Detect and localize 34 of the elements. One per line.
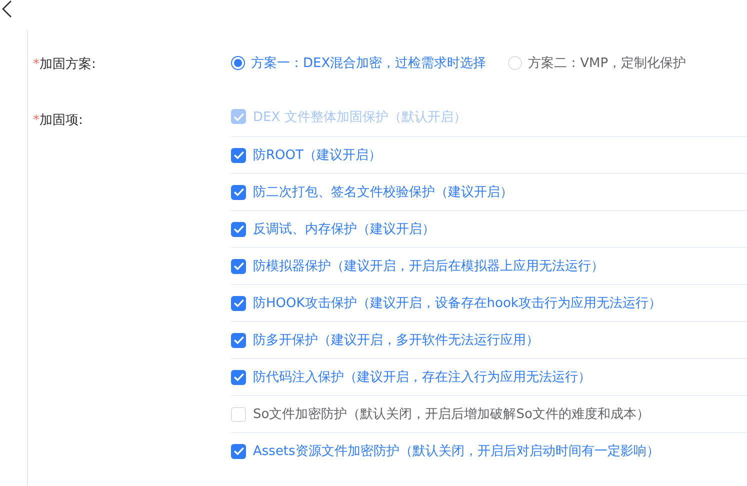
checkmark-icon: [234, 336, 244, 344]
radio-label: 方案一：DEX混合加密，过检需求时选择: [251, 55, 486, 72]
checkbox-label: 防多开保护（建议开启，多开软件无法运行应用）: [253, 332, 539, 349]
radio-option[interactable]: 方案二：VMP，定制化保护: [508, 53, 686, 73]
checkbox[interactable]: [231, 370, 246, 384]
checkmark-icon: [234, 299, 244, 307]
checkbox[interactable]: [231, 222, 246, 236]
checkmark-icon: [234, 188, 244, 196]
checkbox[interactable]: [231, 184, 246, 200]
checkmark-icon: [234, 262, 244, 270]
checkbox-label: 反调试、内存保护（建议开启）: [253, 221, 435, 238]
checkmark-icon: [234, 151, 244, 159]
checkbox[interactable]: [231, 332, 246, 348]
checkbox-label: Assets资源文件加密防护（默认关闭，开启后对启动时间有一定影响）: [253, 443, 660, 460]
field-label: *加固方案:: [33, 56, 97, 73]
checkmark-icon: [234, 373, 244, 381]
checkbox-label: DEX 文件整体加固保护（默认开启）: [253, 109, 466, 126]
checkmark-icon: [234, 112, 244, 120]
radio-label: 方案二：VMP，定制化保护: [528, 55, 686, 72]
checkmark-icon: [234, 447, 244, 455]
checkbox[interactable]: [231, 296, 246, 310]
checkbox-label: 防代码注入保护（建议开启，存在注入行为应用无法运行）: [253, 369, 591, 386]
checkbox[interactable]: [231, 148, 246, 162]
checkbox-label: 防二次打包、签名文件校验保护（建议开启）: [253, 184, 513, 201]
checkbox-label: 防HOOK攻击保护（建议开启，设备存在hook攻击行为应用无法运行）: [253, 295, 662, 312]
field-label: *加固项:: [33, 112, 84, 130]
checkbox-label: So文件加密防护（默认关闭，开启后增加破解So文件的难度和成本）: [253, 406, 650, 423]
radio-option[interactable]: 方案一：DEX混合加密，过检需求时选择: [231, 53, 486, 73]
checkbox-label: 防ROOT（建议开启）: [253, 147, 382, 164]
checkbox[interactable]: [231, 444, 246, 458]
checkbox[interactable]: [231, 258, 246, 274]
checkmark-icon: [234, 225, 244, 233]
radio-icon[interactable]: [231, 56, 245, 70]
checkbox-label: 防模拟器保护（建议开启，开启后在模拟器上应用无法运行）: [253, 258, 604, 275]
